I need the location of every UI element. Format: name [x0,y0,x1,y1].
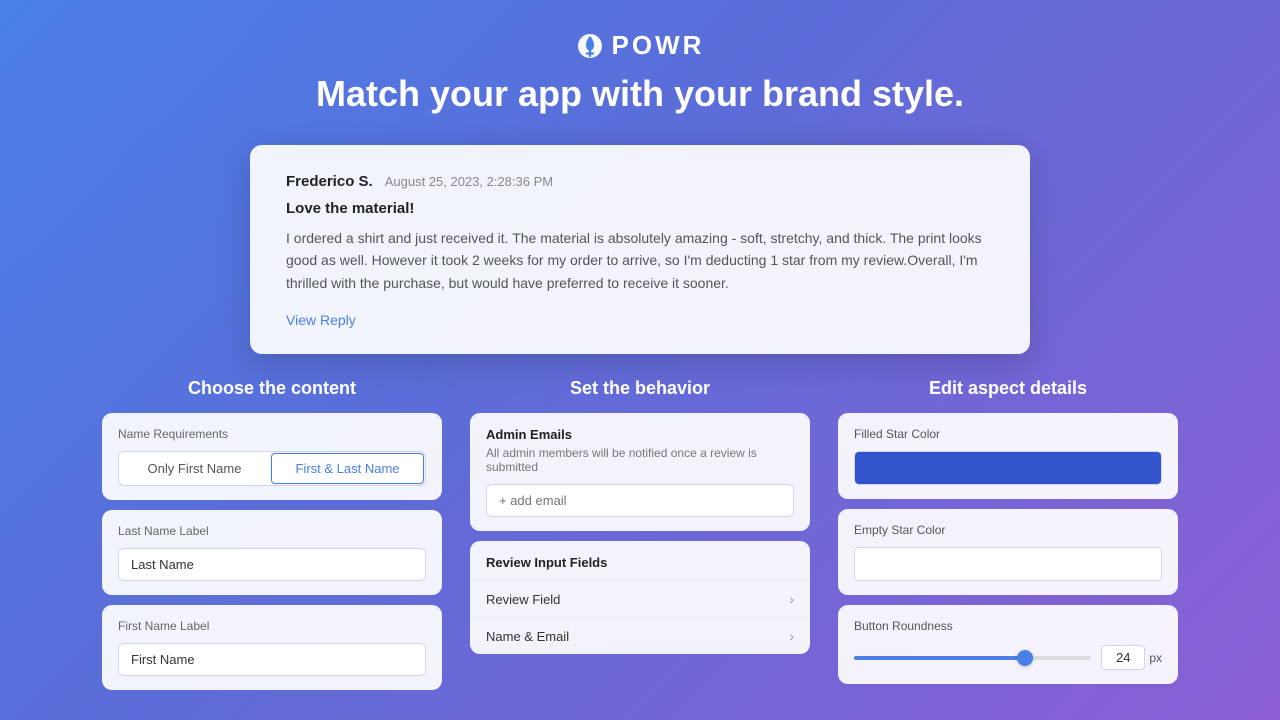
powr-icon [576,32,604,60]
px-input-group: px [1101,645,1162,670]
review-field-row-0[interactable]: Review Field › [470,580,810,617]
review-field-label-1: Name & Email [486,629,569,644]
name-requirements-toggle: Only First Name First & Last Name [118,451,426,486]
reviewer-name: Frederico S. [286,173,373,190]
empty-star-color-swatch[interactable] [854,547,1162,581]
button-roundness-panel: Button Roundness px [838,605,1178,684]
filled-star-color-swatch[interactable] [854,451,1162,485]
first-name-label-text: First Name Label [118,619,426,633]
chevron-right-icon-1: › [789,628,794,644]
aspect-column-title: Edit aspect details [838,378,1178,399]
admin-emails-desc: All admin members will be notified once … [486,446,794,474]
last-name-input[interactable] [118,548,426,581]
roundness-value-input[interactable] [1101,645,1145,670]
review-field-label-0: Review Field [486,592,560,607]
add-email-input[interactable] [486,484,794,517]
empty-star-color-label: Empty Star Color [854,523,1162,537]
last-name-label-text: Last Name Label [118,524,426,538]
review-card: Frederico S. August 25, 2023, 2:28:36 PM… [250,145,1030,354]
roundness-row: px [854,645,1162,670]
view-reply-link[interactable]: View Reply [286,312,356,328]
first-last-name-btn[interactable]: First & Last Name [271,453,424,484]
last-name-label-panel: Last Name Label [102,510,442,595]
content-column-title: Choose the content [102,378,442,399]
first-name-label-panel: First Name Label [102,605,442,690]
empty-star-color-panel: Empty Star Color [838,509,1178,595]
slider-thumb[interactable] [1017,650,1033,666]
header: POWR Match your app with your brand styl… [0,0,1280,135]
chevron-right-icon-0: › [789,591,794,607]
preview-section: Frederico S. August 25, 2023, 2:28:36 PM… [0,135,1280,378]
content-column: Choose the content Name Requirements Onl… [102,378,442,700]
review-input-fields-title: Review Input Fields [470,541,810,580]
review-title: Love the material! [286,200,994,217]
filled-star-color-label: Filled Star Color [854,427,1162,441]
admin-emails-panel: Admin Emails All admin members will be n… [470,413,810,531]
aspect-column: Edit aspect details Filled Star Color Em… [838,378,1178,700]
headline: Match your app with your brand style. [0,73,1280,115]
name-requirements-label: Name Requirements [118,427,426,441]
roundness-slider-container [854,648,1091,668]
admin-emails-title: Admin Emails [486,427,794,442]
filled-star-color-panel: Filled Star Color [838,413,1178,499]
slider-track [854,656,1091,660]
first-name-input[interactable] [118,643,426,676]
name-requirements-panel: Name Requirements Only First Name First … [102,413,442,500]
behavior-column-title: Set the behavior [470,378,810,399]
px-unit-label: px [1149,651,1162,665]
logo-row: POWR [0,30,1280,61]
review-header: Frederico S. August 25, 2023, 2:28:36 PM [286,173,994,190]
logo-text: POWR [612,30,705,61]
bottom-section: Choose the content Name Requirements Onl… [0,378,1280,700]
behavior-column: Set the behavior Admin Emails All admin … [470,378,810,700]
review-input-fields-panel: Review Input Fields Review Field › Name … [470,541,810,654]
review-field-row-1[interactable]: Name & Email › [470,617,810,654]
button-roundness-label: Button Roundness [854,619,1162,633]
review-body: I ordered a shirt and just received it. … [286,227,994,294]
review-date: August 25, 2023, 2:28:36 PM [385,174,553,189]
slider-fill [854,656,1025,660]
only-first-name-btn[interactable]: Only First Name [119,452,270,485]
